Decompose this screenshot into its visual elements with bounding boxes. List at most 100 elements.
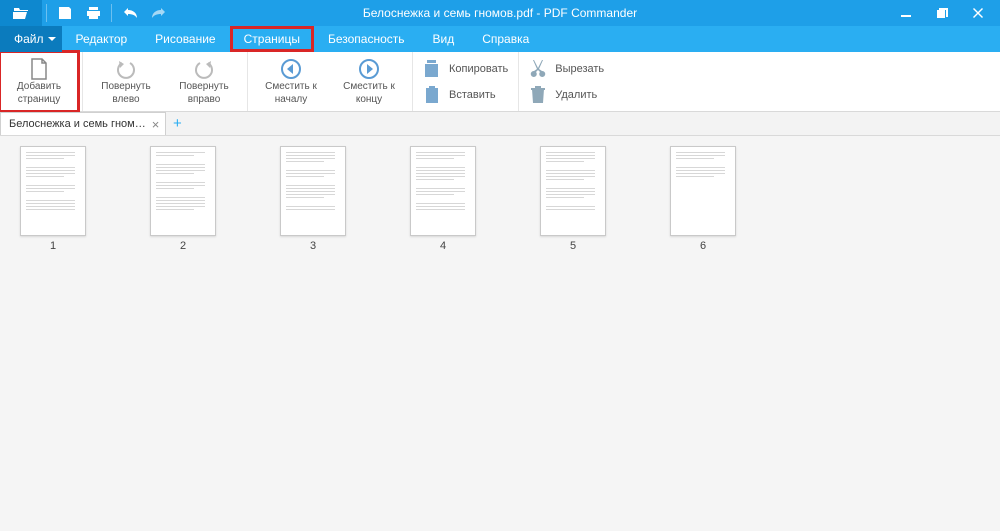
ribbon-group-page: Добавить страницу (0, 52, 83, 111)
menu-file[interactable]: Файл (0, 26, 62, 52)
button-label: концу (356, 94, 382, 106)
window-title: Белоснежка и семь гномов.pdf - PDF Comma… (363, 6, 637, 20)
titlebar-left (0, 0, 172, 26)
page-thumbnail[interactable]: 4 (410, 146, 476, 252)
page-preview (280, 146, 346, 236)
shift-to-start-button[interactable]: Сместить к началу (252, 52, 330, 111)
save-button[interactable] (51, 0, 79, 26)
button-label: вправо (188, 94, 221, 106)
page-thumbnail[interactable]: 6 (670, 146, 736, 252)
arrow-right-circle-icon (358, 58, 380, 80)
open-file-button[interactable] (0, 0, 42, 26)
page-number: 1 (50, 240, 56, 252)
button-label: Сместить к (265, 81, 317, 93)
menu-editor[interactable]: Редактор (62, 26, 142, 52)
plus-icon: + (173, 115, 182, 132)
page-preview (540, 146, 606, 236)
rotate-left-icon (115, 59, 137, 79)
ribbon-group-rotate: Повернуть влево Повернуть вправо (83, 52, 248, 111)
print-button[interactable] (79, 0, 107, 26)
page-number: 3 (310, 240, 316, 252)
page-thumbnail[interactable]: 1 (20, 146, 86, 252)
button-label: Копировать (449, 63, 508, 75)
button-label: Удалить (555, 89, 597, 101)
paste-icon (424, 86, 440, 104)
page-thumbnail[interactable]: 5 (540, 146, 606, 252)
maximize-icon (937, 8, 948, 19)
page-preview (670, 146, 736, 236)
rotate-right-icon (193, 59, 215, 79)
folder-open-icon (13, 6, 29, 20)
cut-icon (530, 60, 546, 78)
menu-label: Вид (433, 32, 455, 46)
cut-button[interactable]: Вырезать (529, 57, 604, 81)
delete-button[interactable]: Удалить (529, 83, 604, 107)
button-label: Повернуть (179, 81, 228, 93)
ribbon-toolbar: Добавить страницу Повернуть влево Поверн… (0, 52, 1000, 112)
trash-icon (531, 86, 545, 104)
menu-label: Рисование (155, 32, 215, 46)
rotate-right-button[interactable]: Повернуть вправо (165, 52, 243, 111)
print-icon (86, 6, 101, 20)
redo-button[interactable] (144, 0, 172, 26)
workspace: Белоснежка и семь гном… × + 1 (0, 112, 1000, 531)
minimize-button[interactable] (892, 0, 920, 26)
menu-label: Редактор (76, 32, 128, 46)
arrow-left-circle-icon (280, 58, 302, 80)
title-bar: Белоснежка и семь гномов.pdf - PDF Comma… (0, 0, 1000, 26)
page-number: 6 (700, 240, 706, 252)
window-controls (892, 0, 1000, 26)
menu-label: Безопасность (328, 32, 405, 46)
menu-bar: Файл Редактор Рисование Страницы Безопас… (0, 26, 1000, 52)
menu-view[interactable]: Вид (419, 26, 469, 52)
page-number: 4 (440, 240, 446, 252)
ribbon-group-clipboard-2: Вырезать Удалить (519, 52, 614, 111)
close-button[interactable] (964, 0, 992, 26)
page-icon (30, 58, 48, 80)
undo-icon (123, 7, 138, 19)
ribbon-group-shift: Сместить к началу Сместить к концу (248, 52, 413, 111)
add-tab-button[interactable]: + (166, 112, 188, 135)
document-tabs: Белоснежка и семь гном… × + (0, 112, 1000, 136)
page-preview (20, 146, 86, 236)
tab-close-icon[interactable]: × (152, 118, 160, 131)
copy-button[interactable]: Копировать (423, 57, 508, 81)
document-tab[interactable]: Белоснежка и семь гном… × (0, 112, 166, 135)
tab-label: Белоснежка и семь гном… (9, 118, 146, 130)
button-label: Сместить к (343, 81, 395, 93)
menu-label: Файл (14, 32, 44, 46)
page-number: 2 (180, 240, 186, 252)
shift-to-end-button[interactable]: Сместить к концу (330, 52, 408, 111)
add-page-button[interactable]: Добавить страницу (0, 52, 78, 111)
copy-icon (424, 60, 440, 78)
page-thumbnails: 1 2 3 (0, 136, 1000, 531)
button-label: страницу (18, 94, 61, 106)
save-icon (58, 6, 72, 20)
button-label: влево (112, 94, 139, 106)
redo-icon (151, 7, 166, 19)
button-label: Вставить (449, 89, 496, 101)
rotate-left-button[interactable]: Повернуть влево (87, 52, 165, 111)
page-number: 5 (570, 240, 576, 252)
ribbon-group-clipboard-1: Копировать Вставить (413, 52, 519, 111)
menu-drawing[interactable]: Рисование (141, 26, 229, 52)
close-icon (973, 8, 984, 19)
page-thumbnail[interactable]: 3 (280, 146, 346, 252)
button-label: Вырезать (555, 63, 604, 75)
minimize-icon (901, 8, 911, 18)
page-preview (150, 146, 216, 236)
button-label: Добавить (17, 81, 61, 93)
maximize-button[interactable] (928, 0, 956, 26)
page-preview (410, 146, 476, 236)
menu-label: Страницы (244, 32, 300, 46)
undo-button[interactable] (116, 0, 144, 26)
separator (111, 4, 112, 22)
menu-security[interactable]: Безопасность (314, 26, 419, 52)
menu-label: Справка (482, 32, 529, 46)
button-label: Повернуть (101, 81, 150, 93)
button-label: началу (275, 94, 307, 106)
page-thumbnail[interactable]: 2 (150, 146, 216, 252)
menu-pages[interactable]: Страницы (230, 26, 314, 52)
paste-button[interactable]: Вставить (423, 83, 508, 107)
menu-help[interactable]: Справка (468, 26, 543, 52)
